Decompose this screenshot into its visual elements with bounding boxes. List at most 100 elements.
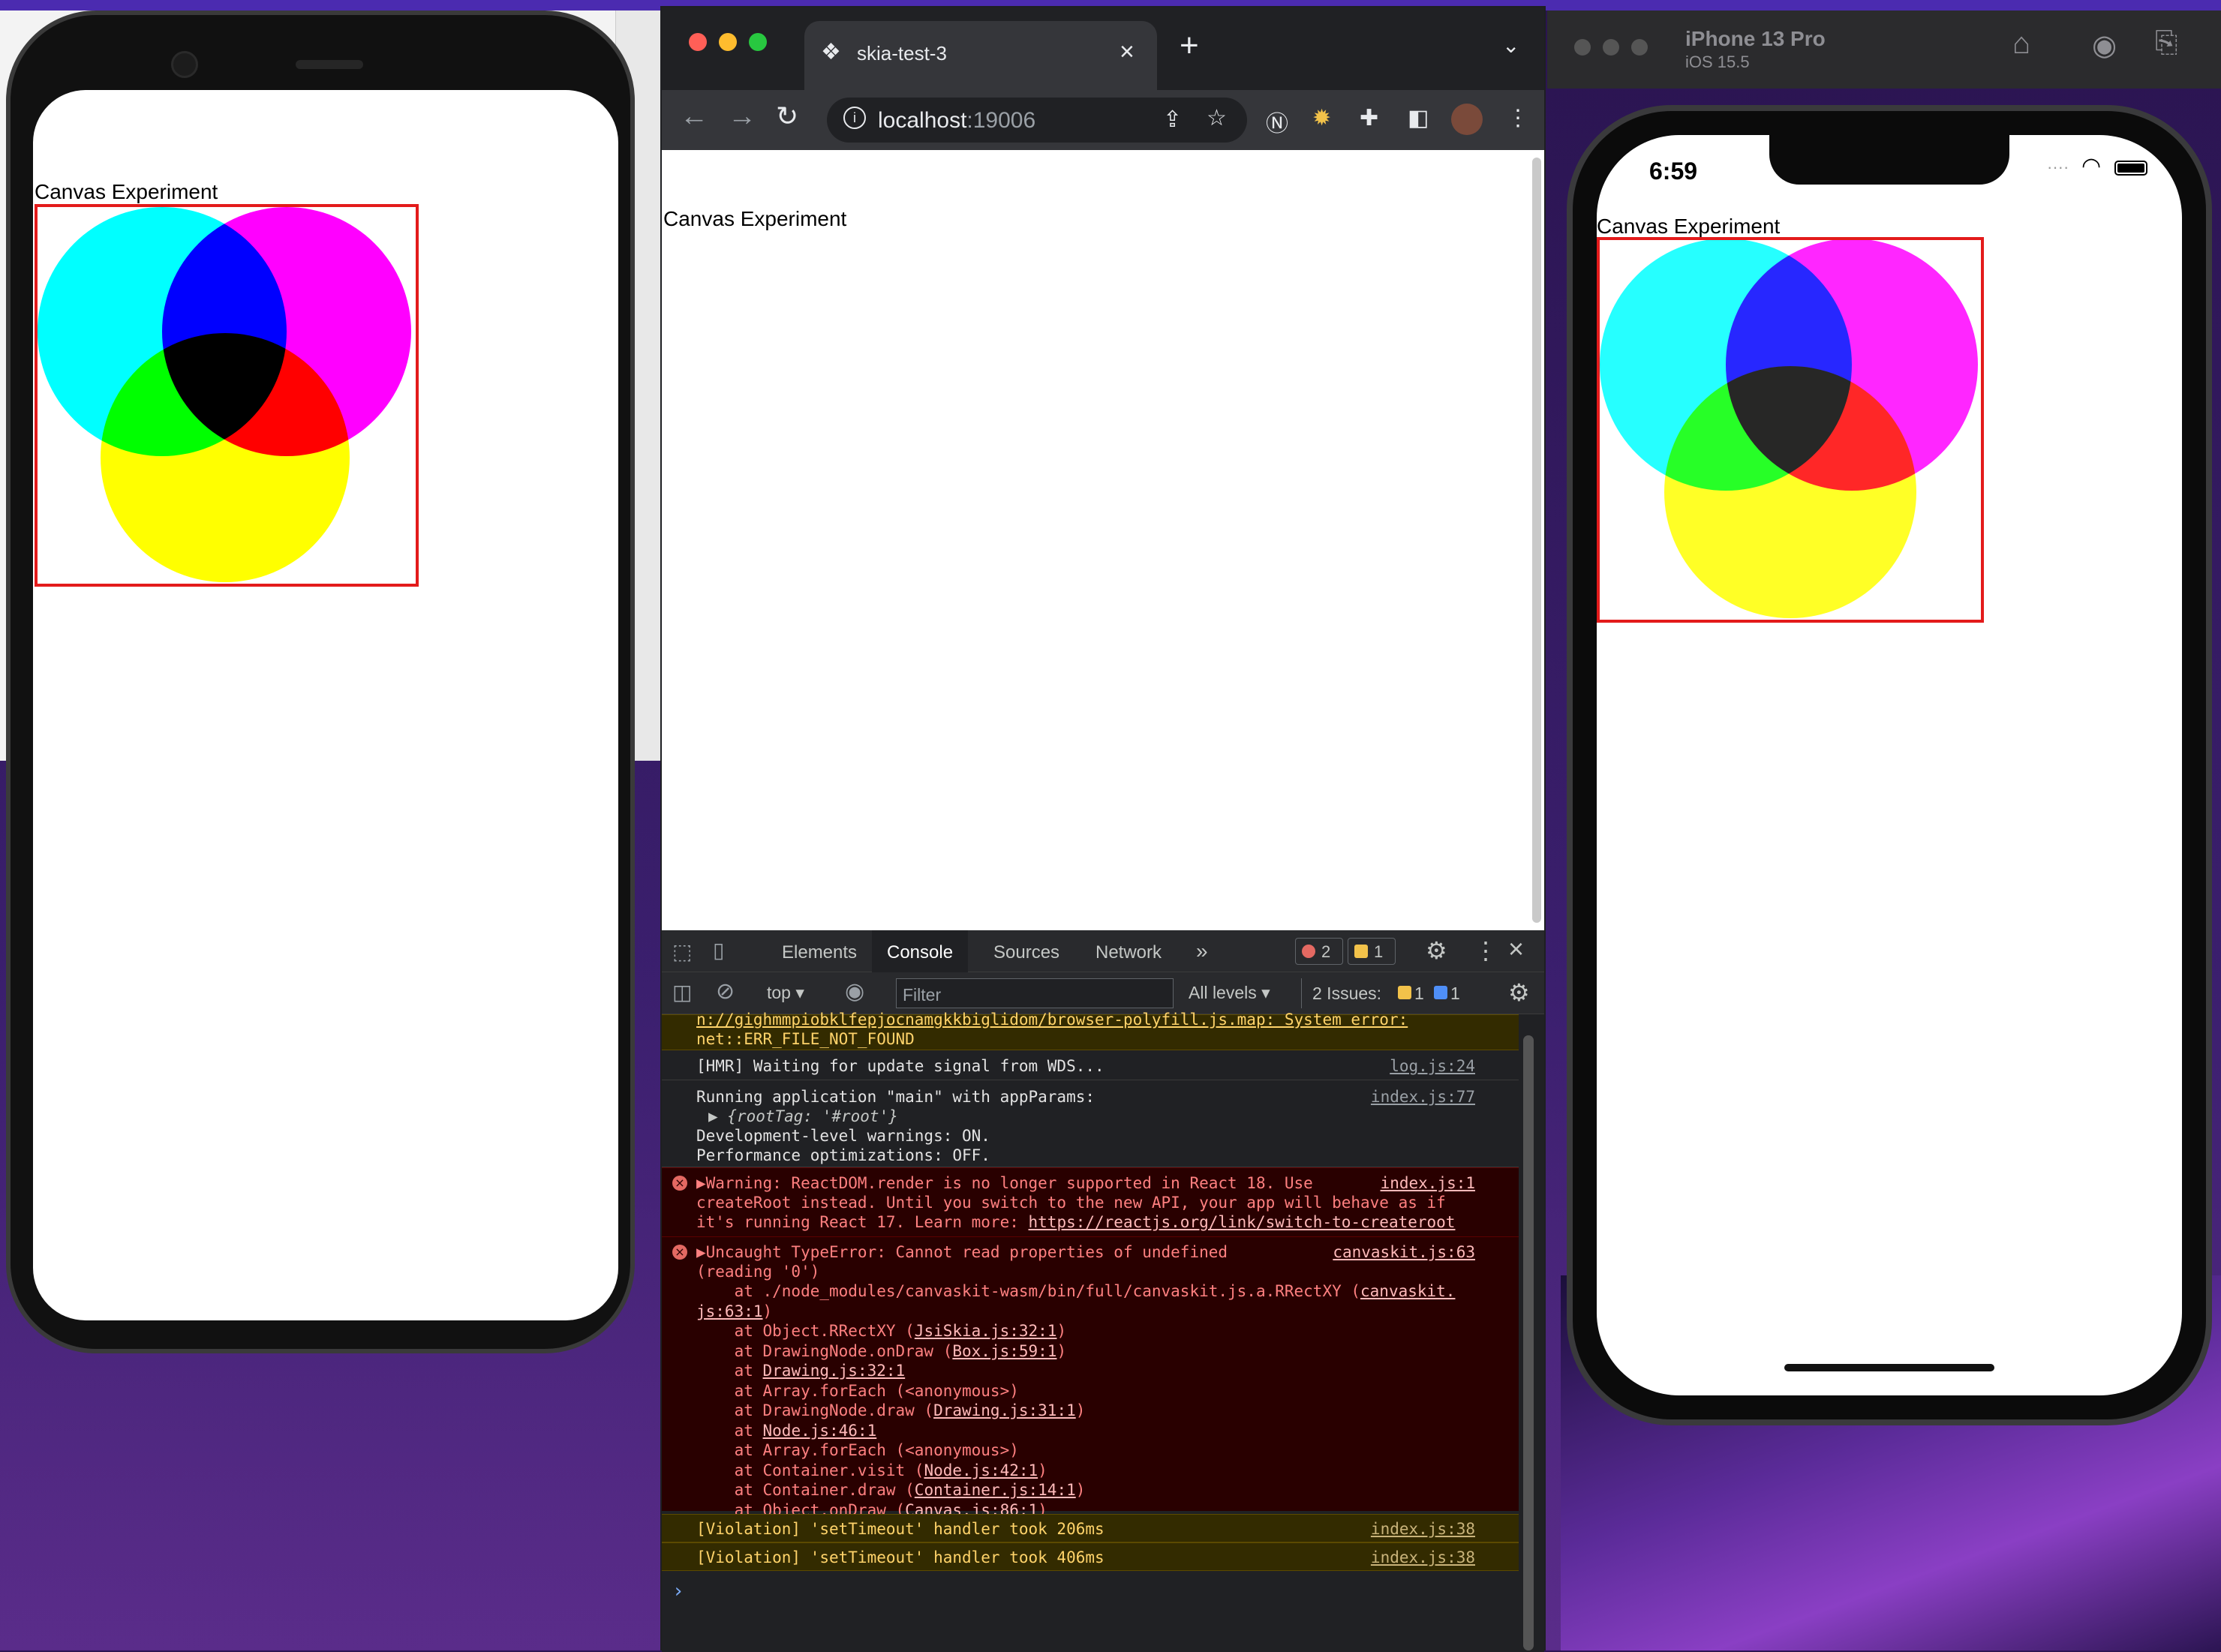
maximize-window-button[interactable] <box>749 33 767 51</box>
stack-frame-link[interactable]: Container.js:14:1 <box>915 1481 1076 1499</box>
stack-frame-text: at Container.visit ( <box>696 1461 924 1479</box>
message-line[interactable]: ▶Warning: ReactDOM.render is no longer s… <box>696 1174 1313 1192</box>
share-icon[interactable]: ⇪ <box>1163 107 1182 133</box>
warning-counter-badge[interactable]: 1 <box>1348 938 1396 965</box>
sidebar-toggle-icon[interactable]: ◫ <box>672 980 692 1005</box>
stack-frame: at Object.RRectXY (JsiSkia.js:32:1) <box>696 1322 1067 1340</box>
android-screen[interactable]: Canvas Experiment <box>33 90 618 1320</box>
profile-avatar[interactable] <box>1451 104 1483 135</box>
maximize-window-button[interactable] <box>1631 39 1648 56</box>
source-link[interactable]: index.js:38 <box>1371 1548 1475 1566</box>
stack-frame-link[interactable]: Node.js:46:1 <box>763 1422 877 1440</box>
home-icon[interactable]: ⌂ <box>2012 27 2030 61</box>
console-prompt-chevron-icon[interactable]: › <box>672 1580 684 1602</box>
message-line: net::ERR_FILE_NOT_FOUND <box>696 1030 915 1048</box>
android-venn-diagram <box>38 207 411 582</box>
source-link[interactable]: index.js:1 <box>1381 1174 1475 1192</box>
issues-warning-count: 1 <box>1414 984 1424 1003</box>
stack-frame-link[interactable]: Node.js:42:1 <box>924 1461 1038 1479</box>
device-toolbar-icon[interactable]: ▯ <box>713 938 724 963</box>
stack-frame-text: ) <box>1075 1401 1086 1419</box>
tab-skia-test-3[interactable]: ❖ skia-test-3 × <box>804 21 1157 90</box>
minimize-window-button[interactable] <box>719 33 737 51</box>
chrome-window: ❖ skia-test-3 × + ⌄ ← → ↻ i localhost:19… <box>660 6 1546 1652</box>
reload-icon[interactable]: ↻ <box>776 101 798 132</box>
tab-console[interactable]: Console <box>872 930 969 972</box>
close-icon[interactable]: × <box>1120 38 1135 67</box>
forward-arrow-icon[interactable]: → <box>728 101 756 133</box>
clear-console-icon[interactable]: ⊘ <box>716 978 735 1005</box>
console-message-reactdom-warning: × ▶Warning: ReactDOM.render is no longer… <box>662 1167 1519 1236</box>
signal-dots-icon: ···· <box>2047 158 2069 176</box>
eye-icon[interactable]: ◉ <box>845 978 864 1005</box>
stack-frame-link[interactable]: js:63:1 <box>696 1302 763 1320</box>
kebab-menu-icon[interactable]: ⋮ <box>1507 105 1529 131</box>
info-icon[interactable]: i <box>843 107 866 129</box>
rotate-icon[interactable]: ⎘ <box>2155 27 2177 59</box>
new-tab-button[interactable]: + <box>1180 27 1199 65</box>
stack-frame-link[interactable]: canvaskit. <box>1360 1282 1455 1300</box>
address-bar[interactable]: i localhost:19006 ⇪ ☆ <box>827 98 1247 143</box>
source-link[interactable]: log.js:24 <box>1390 1057 1475 1075</box>
issues-info-count: 1 <box>1450 984 1460 1003</box>
extensions-puzzle-icon[interactable]: ✚ <box>1360 105 1378 131</box>
tab-elements[interactable]: Elements <box>782 942 857 963</box>
console-output[interactable]: n://gighmmpiobklfepjocnamgkkbiglidom/bro… <box>662 1011 1519 1652</box>
stack-frame-link[interactable]: JsiSkia.js:32:1 <box>915 1322 1057 1340</box>
tab-network[interactable]: Network <box>1095 942 1162 963</box>
stack-frame-text: at <box>696 1362 763 1380</box>
inspect-element-icon[interactable]: ⬚ <box>672 939 692 964</box>
stack-frame: at Array.forEach (<anonymous>) <box>696 1441 1019 1459</box>
warning-icon <box>1354 945 1368 958</box>
filter-input[interactable]: Filter <box>896 978 1174 1008</box>
android-skia-canvas[interactable] <box>35 204 419 587</box>
tab-sources[interactable]: Sources <box>993 942 1059 963</box>
console-toolbar: ◫ ⊘ top ▾ ◉ Filter All levels ▾ 2 Issues… <box>662 972 1544 1014</box>
back-arrow-icon[interactable]: ← <box>680 101 708 133</box>
console-message-warning: n://gighmmpiobklfepjocnamgkkbiglidom/bro… <box>662 1011 1519 1050</box>
stack-frame-link[interactable]: Drawing.js:31:1 <box>933 1401 1076 1419</box>
console-settings-gear-icon[interactable]: ⚙ <box>1508 978 1530 1007</box>
issues-counter[interactable]: 2 Issues: 1 1 <box>1301 978 1468 1008</box>
source-link[interactable]: index.js:77 <box>1371 1088 1475 1106</box>
error-counter-badge[interactable]: 2 <box>1295 938 1343 965</box>
log-levels-dropdown[interactable]: All levels ▾ <box>1189 983 1270 1003</box>
stack-frame: at ./node_modules/canvaskit-wasm/bin/ful… <box>696 1282 1456 1300</box>
stack-frame-text: at DrawingNode.onDraw ( <box>696 1341 953 1360</box>
stack-frame-text: at ./node_modules/canvaskit-wasm/bin/ful… <box>696 1282 1361 1300</box>
stack-frame-text: ) <box>762 1302 773 1320</box>
message-line: createRoot instead. Until you switch to … <box>696 1194 1446 1212</box>
source-link[interactable]: canvaskit.js:63 <box>1333 1243 1475 1261</box>
stack-frame-text: ) <box>1056 1341 1067 1360</box>
extension-sun-icon[interactable]: ✹ <box>1312 105 1331 131</box>
close-devtools-icon[interactable]: × <box>1508 933 1524 965</box>
iphone-venn-diagram <box>1600 239 1978 618</box>
stack-frame: at DrawingNode.draw (Drawing.js:31:1) <box>696 1401 1086 1419</box>
notion-extension-icon[interactable]: Ⓝ <box>1266 105 1288 138</box>
minimize-window-button[interactable] <box>1603 39 1619 56</box>
context-selector[interactable]: top ▾ <box>767 983 804 1003</box>
gear-icon[interactable]: ⚙ <box>1426 936 1447 965</box>
screenshot-icon[interactable]: ◉ <box>2092 29 2117 62</box>
message-line[interactable]: ▶Uncaught TypeError: Cannot read propert… <box>696 1243 1228 1261</box>
chevron-down-icon[interactable]: ⌄ <box>1502 33 1519 58</box>
more-tabs-icon[interactable]: » <box>1196 939 1208 963</box>
stack-frame-link[interactable]: Box.js:59:1 <box>952 1342 1056 1360</box>
side-panel-icon[interactable]: ◧ <box>1408 105 1429 131</box>
learn-more-link[interactable]: https://reactjs.org/link/switch-to-creat… <box>1029 1213 1456 1231</box>
console-scrollbar[interactable] <box>1523 1035 1534 1650</box>
stack-frame-link[interactable]: Drawing.js:32:1 <box>763 1362 906 1380</box>
iphone-skia-canvas[interactable] <box>1597 237 1984 623</box>
iphone-screen[interactable]: 6:59 ···· ◠ Canvas Experiment <box>1597 135 2182 1395</box>
page-scrollbar[interactable] <box>1532 158 1541 923</box>
close-window-button[interactable] <box>689 33 707 51</box>
kebab-menu-icon[interactable]: ⋮ <box>1474 936 1498 965</box>
yellow-circle <box>101 333 350 582</box>
source-link[interactable]: index.js:38 <box>1371 1520 1475 1538</box>
home-indicator[interactable] <box>1784 1364 1994 1371</box>
issue-info-icon <box>1434 986 1447 999</box>
approot-object-toggle[interactable]: ▶ {rootTag: '#root'} <box>708 1107 898 1125</box>
web-page-viewport[interactable]: Canvas Experiment <box>662 150 1544 930</box>
close-window-button[interactable] <box>1574 39 1591 56</box>
bookmark-star-icon[interactable]: ☆ <box>1207 105 1227 131</box>
